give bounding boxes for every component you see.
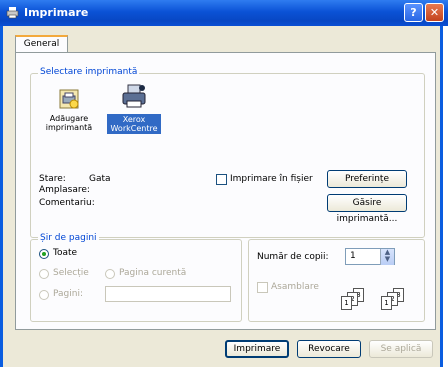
group-title-page-range: Șir de pagini — [38, 233, 99, 243]
copies-value: 1 — [350, 251, 356, 261]
print-dialog: Imprimare ? ✕ General Selectare impriman… — [0, 0, 448, 367]
printer-label-1: Xerox — [122, 115, 146, 124]
collate-checkbox[interactable] — [257, 282, 268, 293]
preferences-button[interactable]: Preferințe — [327, 170, 407, 188]
state-value: Gata — [89, 174, 111, 184]
copies-input[interactable]: 1 ▲ ▼ — [345, 248, 395, 265]
printer-select-group: Selectare imprimantă Adăugare imprimantă — [30, 67, 425, 238]
copies-group: Număr de copii: 1 ▲ ▼ Asamblare 3 2 1 3 2… — [248, 239, 425, 322]
state-label: Stare: — [39, 174, 66, 184]
location-label: Amplasare: — [39, 185, 90, 195]
radio-selection-label: Selecție — [53, 268, 89, 278]
collate-label: Asamblare — [271, 282, 319, 292]
printer-item-xerox[interactable]: Xerox WorkCentre — [107, 82, 161, 134]
apply-button[interactable]: Se aplică — [369, 340, 433, 358]
collate-page: 1 — [341, 296, 352, 310]
help-button[interactable]: ? — [404, 3, 423, 22]
tab-general[interactable]: General — [15, 35, 68, 53]
add-printer-item[interactable]: Adăugare imprimantă — [45, 88, 93, 132]
find-printer-button[interactable]: Găsire imprimantă... — [327, 194, 407, 224]
tab-panel-general: Selectare imprimantă Adăugare imprimantă — [15, 52, 436, 330]
print-to-file-checkbox[interactable] — [216, 174, 227, 185]
radio-pages[interactable] — [39, 290, 49, 300]
page-range-group: Șir de pagini Toate Selecție Pagina cure… — [30, 233, 242, 322]
add-printer-label-2: imprimantă — [45, 123, 93, 132]
radio-all-label: Toate — [53, 248, 78, 258]
copies-spinner[interactable]: ▲ ▼ — [380, 249, 394, 265]
copies-label: Număr de copii: — [257, 252, 329, 262]
comment-label: Comentariu: — [39, 198, 95, 208]
print-button[interactable]: Imprimare — [225, 340, 289, 358]
printer-label-2: WorkCentre — [110, 124, 158, 133]
close-button[interactable]: ✕ — [425, 3, 444, 22]
printer-icon — [6, 7, 19, 19]
print-to-file-label: Imprimare în fișier — [230, 174, 313, 184]
printer-label: Xerox WorkCentre — [107, 114, 161, 134]
printer-list[interactable]: Adăugare imprimantă Xerox WorkCentre — [31, 76, 424, 166]
radio-selection[interactable] — [39, 269, 49, 279]
radio-current-page[interactable] — [105, 269, 115, 279]
radio-pages-label: Pagini: — [53, 289, 83, 299]
collate-page: 1 — [381, 296, 392, 310]
title-bar[interactable]: Imprimare ? ✕ — [0, 0, 448, 26]
radio-all-pages[interactable] — [39, 249, 49, 259]
add-printer-icon — [59, 89, 79, 109]
add-printer-label-1: Adăugare — [49, 114, 89, 123]
radio-current-page-label: Pagina curentă — [119, 268, 187, 278]
printer-icon — [122, 84, 146, 108]
pages-input[interactable] — [105, 286, 231, 302]
window-title: Imprimare — [24, 6, 89, 19]
cancel-button[interactable]: Revocare — [297, 340, 361, 358]
